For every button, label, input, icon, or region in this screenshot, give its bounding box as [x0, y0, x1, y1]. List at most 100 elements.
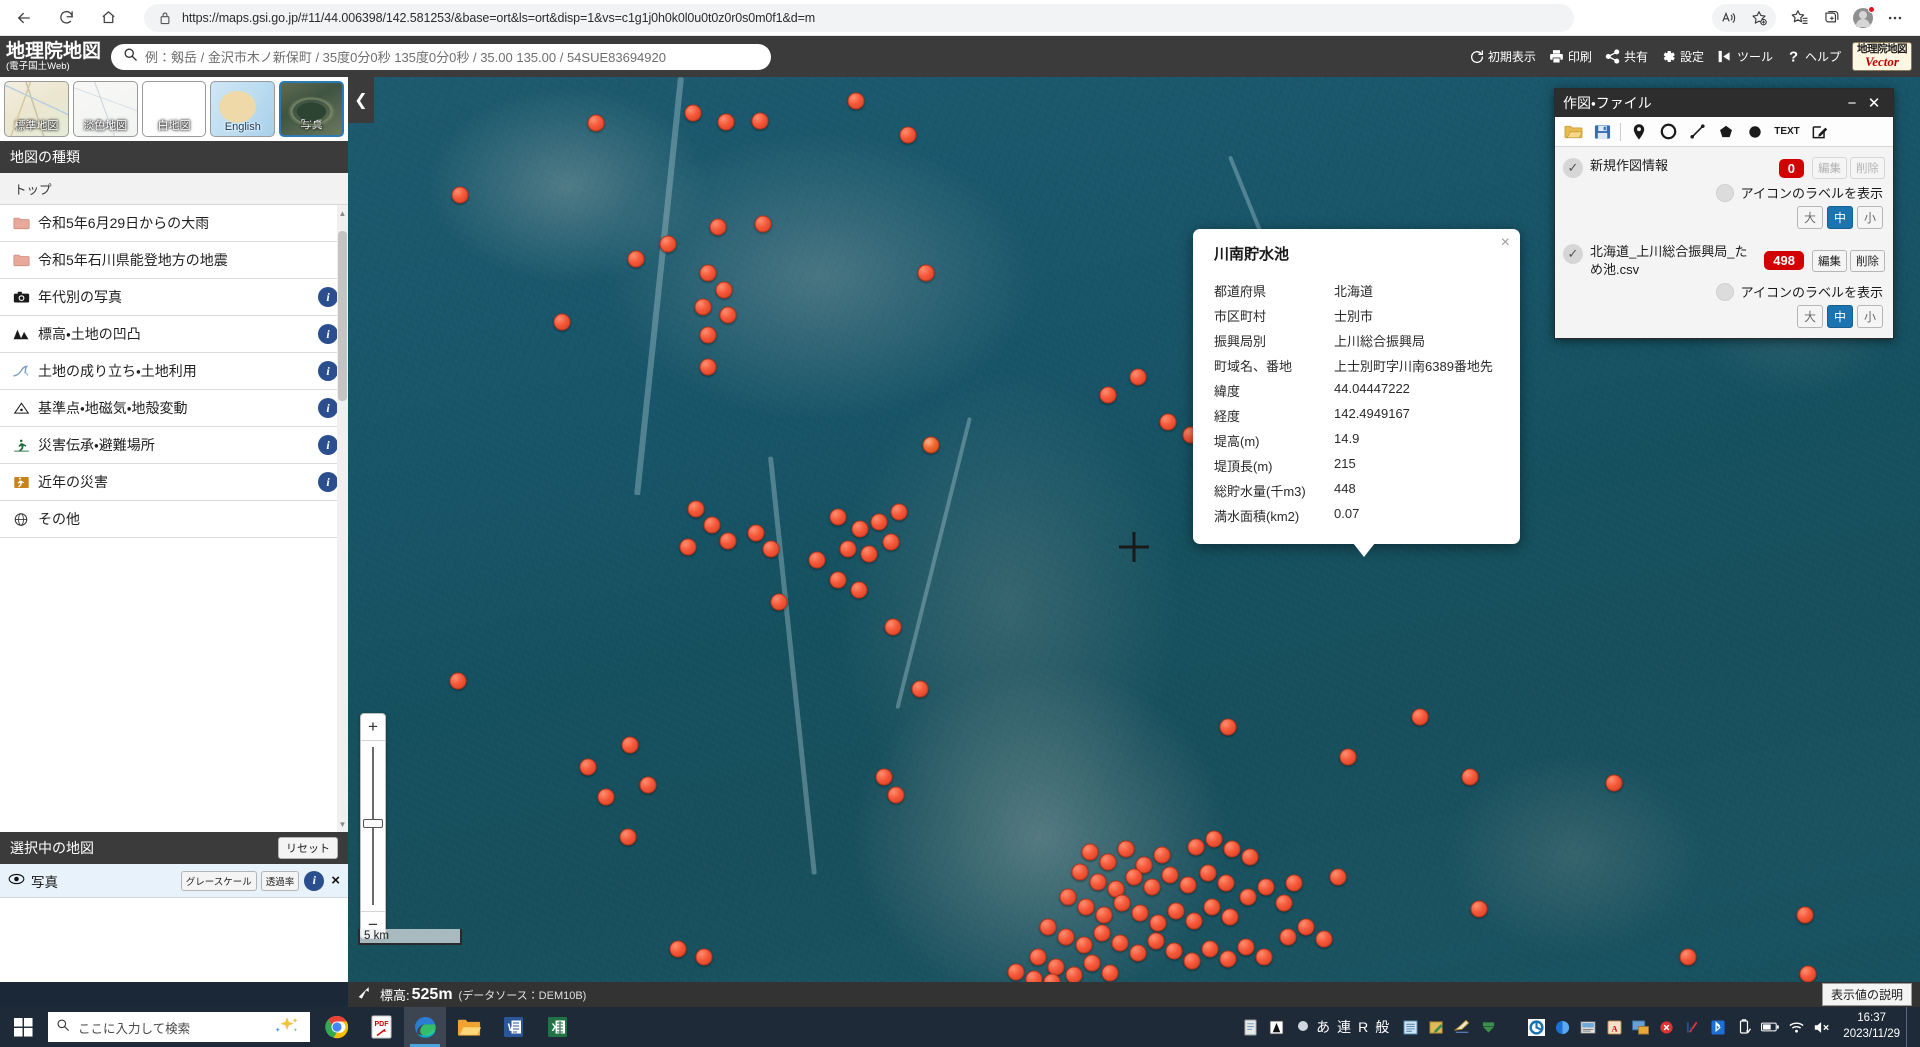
basemap-blank[interactable]: 白地図: [141, 81, 207, 137]
pond-marker[interactable]: [1241, 848, 1259, 866]
tray-download-icon[interactable]: [1475, 1007, 1501, 1047]
ime-mode-hiragana[interactable]: あ: [1316, 1017, 1330, 1037]
volume-muted-icon[interactable]: [1809, 1007, 1835, 1047]
pond-marker[interactable]: [1083, 954, 1101, 972]
gsi-vector-badge[interactable]: 地理院地図 Vector: [1852, 42, 1912, 71]
pond-marker[interactable]: [1117, 840, 1135, 858]
pond-marker[interactable]: [659, 235, 677, 253]
pond-marker[interactable]: [621, 736, 639, 754]
excel-icon[interactable]: X: [536, 1007, 578, 1047]
basemap-pale[interactable]: 淡色地図: [72, 81, 138, 137]
taskbar-search-input[interactable]: ここに入力して検索: [48, 1012, 310, 1042]
sidebar-item-noto-earthquake-2023[interactable]: 令和5年石川県能登地方の地震: [0, 242, 348, 279]
pond-marker[interactable]: [1799, 965, 1817, 982]
pond-marker[interactable]: [1187, 838, 1205, 856]
basemap-photo[interactable]: 写真: [279, 81, 344, 137]
pond-marker[interactable]: [747, 524, 765, 542]
info-icon[interactable]: i: [318, 361, 338, 381]
read-aloud-icon[interactable]: [1714, 4, 1744, 32]
pond-marker[interactable]: [627, 250, 645, 268]
layer-visibility-checkbox[interactable]: ✓: [1563, 244, 1583, 264]
pond-marker[interactable]: [1075, 936, 1093, 954]
pond-marker[interactable]: [579, 758, 597, 776]
draw-panel-header[interactable]: 作図・ファイル − ✕: [1555, 89, 1893, 117]
pond-marker[interactable]: [1065, 966, 1083, 982]
pond-marker[interactable]: [699, 326, 717, 344]
sidebar-scroll-thumb[interactable]: [338, 231, 347, 401]
pond-marker[interactable]: [1039, 918, 1057, 936]
pond-marker[interactable]: [1089, 873, 1107, 891]
pond-marker[interactable]: [1143, 878, 1161, 896]
pond-marker[interactable]: [1605, 774, 1623, 792]
explorer-icon[interactable]: [448, 1007, 490, 1047]
show-icon-label-radio[interactable]: [1715, 282, 1734, 301]
browser-home-button[interactable]: [90, 3, 126, 33]
pond-marker[interactable]: [1237, 938, 1255, 956]
sidebar-item-recent-disasters[interactable]: 近年の災害 i: [0, 464, 348, 501]
pond-marker[interactable]: [715, 281, 733, 299]
grayscale-button[interactable]: グレースケール: [180, 870, 257, 891]
basemap-english[interactable]: English: [210, 81, 276, 137]
pond-marker[interactable]: [911, 680, 929, 698]
label-size-medium[interactable]: 中: [1826, 305, 1853, 329]
pond-marker[interactable]: [1221, 908, 1239, 926]
pond-marker[interactable]: [1257, 878, 1275, 896]
pond-marker[interactable]: [870, 513, 888, 531]
label-size-large[interactable]: 大: [1796, 206, 1823, 229]
pond-marker[interactable]: [451, 186, 469, 204]
show-icon-label-radio[interactable]: [1715, 183, 1734, 202]
pond-marker[interactable]: [1329, 868, 1347, 886]
pond-marker[interactable]: [884, 618, 902, 636]
pond-marker[interactable]: [829, 571, 847, 589]
tray-acrobat-icon[interactable]: A: [1601, 1007, 1627, 1047]
pond-marker[interactable]: [1185, 912, 1203, 930]
pond-marker[interactable]: [917, 264, 935, 282]
pond-marker[interactable]: [875, 768, 893, 786]
sidebar-item-other[interactable]: その他: [0, 501, 348, 538]
gsi-logo[interactable]: 地理院地図 (電子国土Web): [6, 42, 101, 72]
share-button[interactable]: 共有: [1599, 46, 1653, 67]
pond-marker[interactable]: [703, 516, 721, 534]
browser-back-button[interactable]: [6, 3, 42, 33]
label-size-medium[interactable]: 中: [1826, 206, 1853, 229]
address-bar[interactable]: https://maps.gsi.go.jp/#11/44.006398/142…: [144, 3, 1574, 32]
pond-marker[interactable]: [1315, 930, 1333, 948]
layer-edit-button[interactable]: 編集: [1812, 157, 1847, 179]
basemap-standard[interactable]: 標準地図: [4, 81, 69, 137]
close-icon[interactable]: ×: [1501, 235, 1510, 251]
pond-marker[interactable]: [1275, 894, 1293, 912]
pond-marker[interactable]: [669, 940, 687, 958]
pond-marker[interactable]: [1161, 866, 1179, 884]
pond-marker[interactable]: [751, 112, 769, 130]
pond-marker[interactable]: [1339, 748, 1357, 766]
tray-check-icon[interactable]: [1679, 1007, 1705, 1047]
zoom-slider-track[interactable]: [360, 741, 386, 911]
pond-marker[interactable]: [1279, 928, 1297, 946]
pond-marker[interactable]: [1099, 386, 1117, 404]
pond-marker[interactable]: [1470, 900, 1488, 918]
pond-marker[interactable]: [887, 786, 905, 804]
scroll-down-arrow[interactable]: ▼: [338, 818, 347, 830]
pond-marker[interactable]: [1219, 718, 1237, 736]
pond-marker[interactable]: [553, 313, 571, 331]
pond-marker[interactable]: [1223, 840, 1241, 858]
pond-marker[interactable]: [1153, 846, 1171, 864]
pond-marker[interactable]: [1099, 853, 1117, 871]
layer-edit-button[interactable]: 編集: [1812, 249, 1847, 272]
sidebar-item-disaster-heritage-shelters[interactable]: 災害伝承・避難場所 i: [0, 427, 348, 464]
pond-marker[interactable]: [1149, 914, 1167, 932]
pond-marker[interactable]: [1255, 948, 1273, 966]
pond-marker[interactable]: [1057, 928, 1075, 946]
map-search-input[interactable]: 例：剱岳 / 金沢市木ノ新保町 / 35度0分0秒 135度0分0秒 / 35.…: [111, 43, 772, 70]
word-icon[interactable]: W: [492, 1007, 534, 1047]
circle-icon[interactable]: [1654, 119, 1682, 145]
pond-marker[interactable]: [1167, 902, 1185, 920]
pond-marker[interactable]: [850, 581, 868, 599]
pond-marker[interactable]: [694, 298, 712, 316]
ime-mode-r[interactable]: R: [1358, 1019, 1368, 1035]
open-file-icon[interactable]: [1559, 119, 1587, 145]
info-icon[interactable]: i: [318, 324, 338, 344]
save-file-icon[interactable]: [1588, 119, 1616, 145]
help-button[interactable]: ? ヘルプ: [1780, 45, 1846, 68]
minimize-icon[interactable]: −: [1841, 95, 1863, 112]
